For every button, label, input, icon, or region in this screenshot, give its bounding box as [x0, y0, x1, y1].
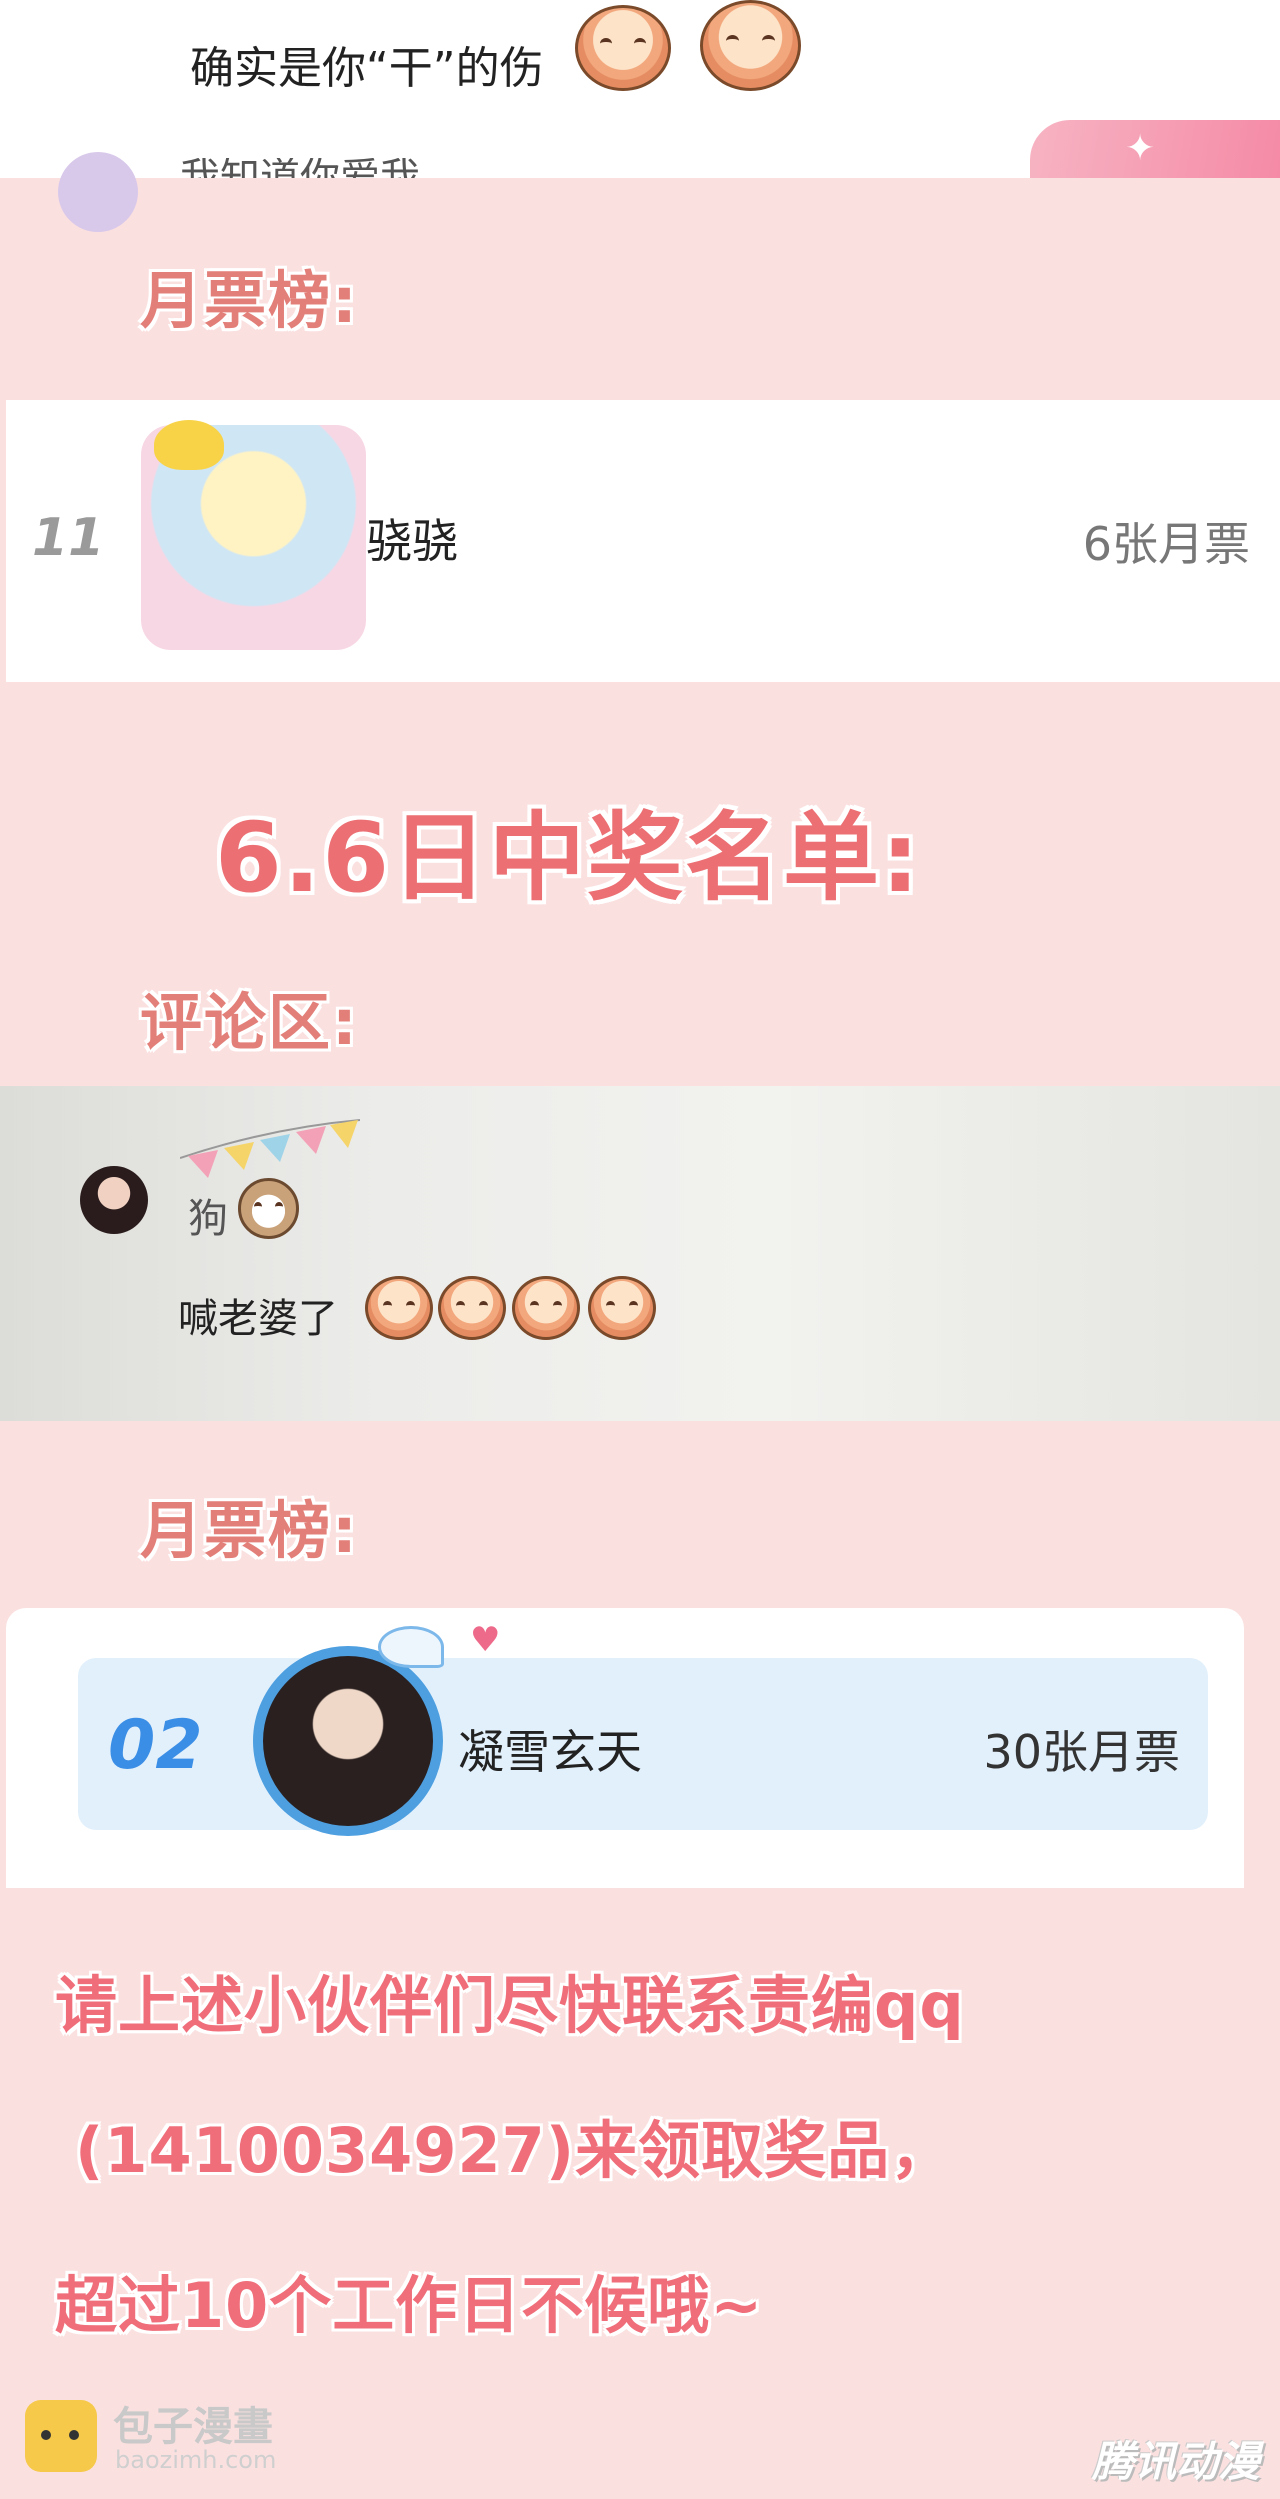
- wing-decoration-icon: [378, 1626, 444, 1668]
- bow-decoration-icon: [154, 420, 224, 470]
- ranking-panel: 02 ♥ 凝雪玄天 30张月票: [6, 1608, 1244, 1888]
- monthly-ticket-label: 月票榜:: [140, 1494, 359, 1567]
- notice-line-2: (1410034927)来领取奖品，: [75, 2114, 954, 2187]
- rank-number: 11: [32, 508, 105, 568]
- watermark-brand: 包子漫畫: [113, 2404, 273, 2450]
- ticket-count: 30张月票: [983, 1725, 1180, 1779]
- notice-line-1: 请上述小伙伴们尽快联系责编qq: [55, 1969, 965, 2042]
- rank-number: 02: [108, 1706, 203, 1785]
- watermark-left: 包子漫畫 baozimh.com: [25, 2394, 325, 2484]
- watermark-right: 腾讯动漫: [1091, 2437, 1260, 2486]
- puppy-emoji-icon: [238, 1178, 299, 1239]
- ranking-row: 02 ♥ 凝雪玄天 30张月票: [78, 1620, 1208, 1836]
- notice-line-3: 超过10个工作日不候哦~: [55, 2269, 764, 2342]
- top-comment-partial: 我知道你爱我: [180, 158, 420, 178]
- comment-card: 狗 喊老婆了: [0, 1086, 1280, 1421]
- cat-face-emoji-icon: [588, 1276, 656, 1340]
- dog-emoji-icon: [575, 5, 671, 91]
- ticket-count: 6张月票: [1082, 517, 1250, 571]
- avatar: [80, 1166, 148, 1234]
- user-name: 凝雪玄天: [458, 1725, 642, 1779]
- monthly-ticket-label: 月票榜:: [140, 264, 359, 337]
- avatar: [58, 152, 138, 232]
- user-name: 骁骁: [366, 514, 458, 568]
- cat-face-emoji-icon: [365, 1276, 433, 1340]
- cat-face-emoji-icon: [512, 1276, 580, 1340]
- winner-list-title: 6.6日中奖名单:: [215, 802, 922, 914]
- comment-section-label: 评论区:: [140, 986, 359, 1059]
- sparkle-icon: ✦: [1125, 128, 1156, 169]
- cat-face-emoji-icon: [438, 1276, 506, 1340]
- bun-logo-icon: [25, 2400, 97, 2472]
- comment-line-1: 狗: [188, 1196, 228, 1242]
- laughing-emoji-icon: [700, 0, 801, 91]
- heart-icon: ♥: [470, 1620, 501, 1660]
- ranking-row: 11 骁骁 6张月票: [6, 400, 1280, 682]
- top-comment-strip: 确实是你“干”的伤 我知道你爱我 ✦: [0, 0, 1280, 232]
- comment-line-2: 喊老婆了: [178, 1296, 338, 1342]
- watermark-url: baozimh.com: [115, 2446, 277, 2474]
- top-comment-text: 确实是你“干”的伤: [190, 43, 544, 94]
- avatar: [253, 1646, 443, 1836]
